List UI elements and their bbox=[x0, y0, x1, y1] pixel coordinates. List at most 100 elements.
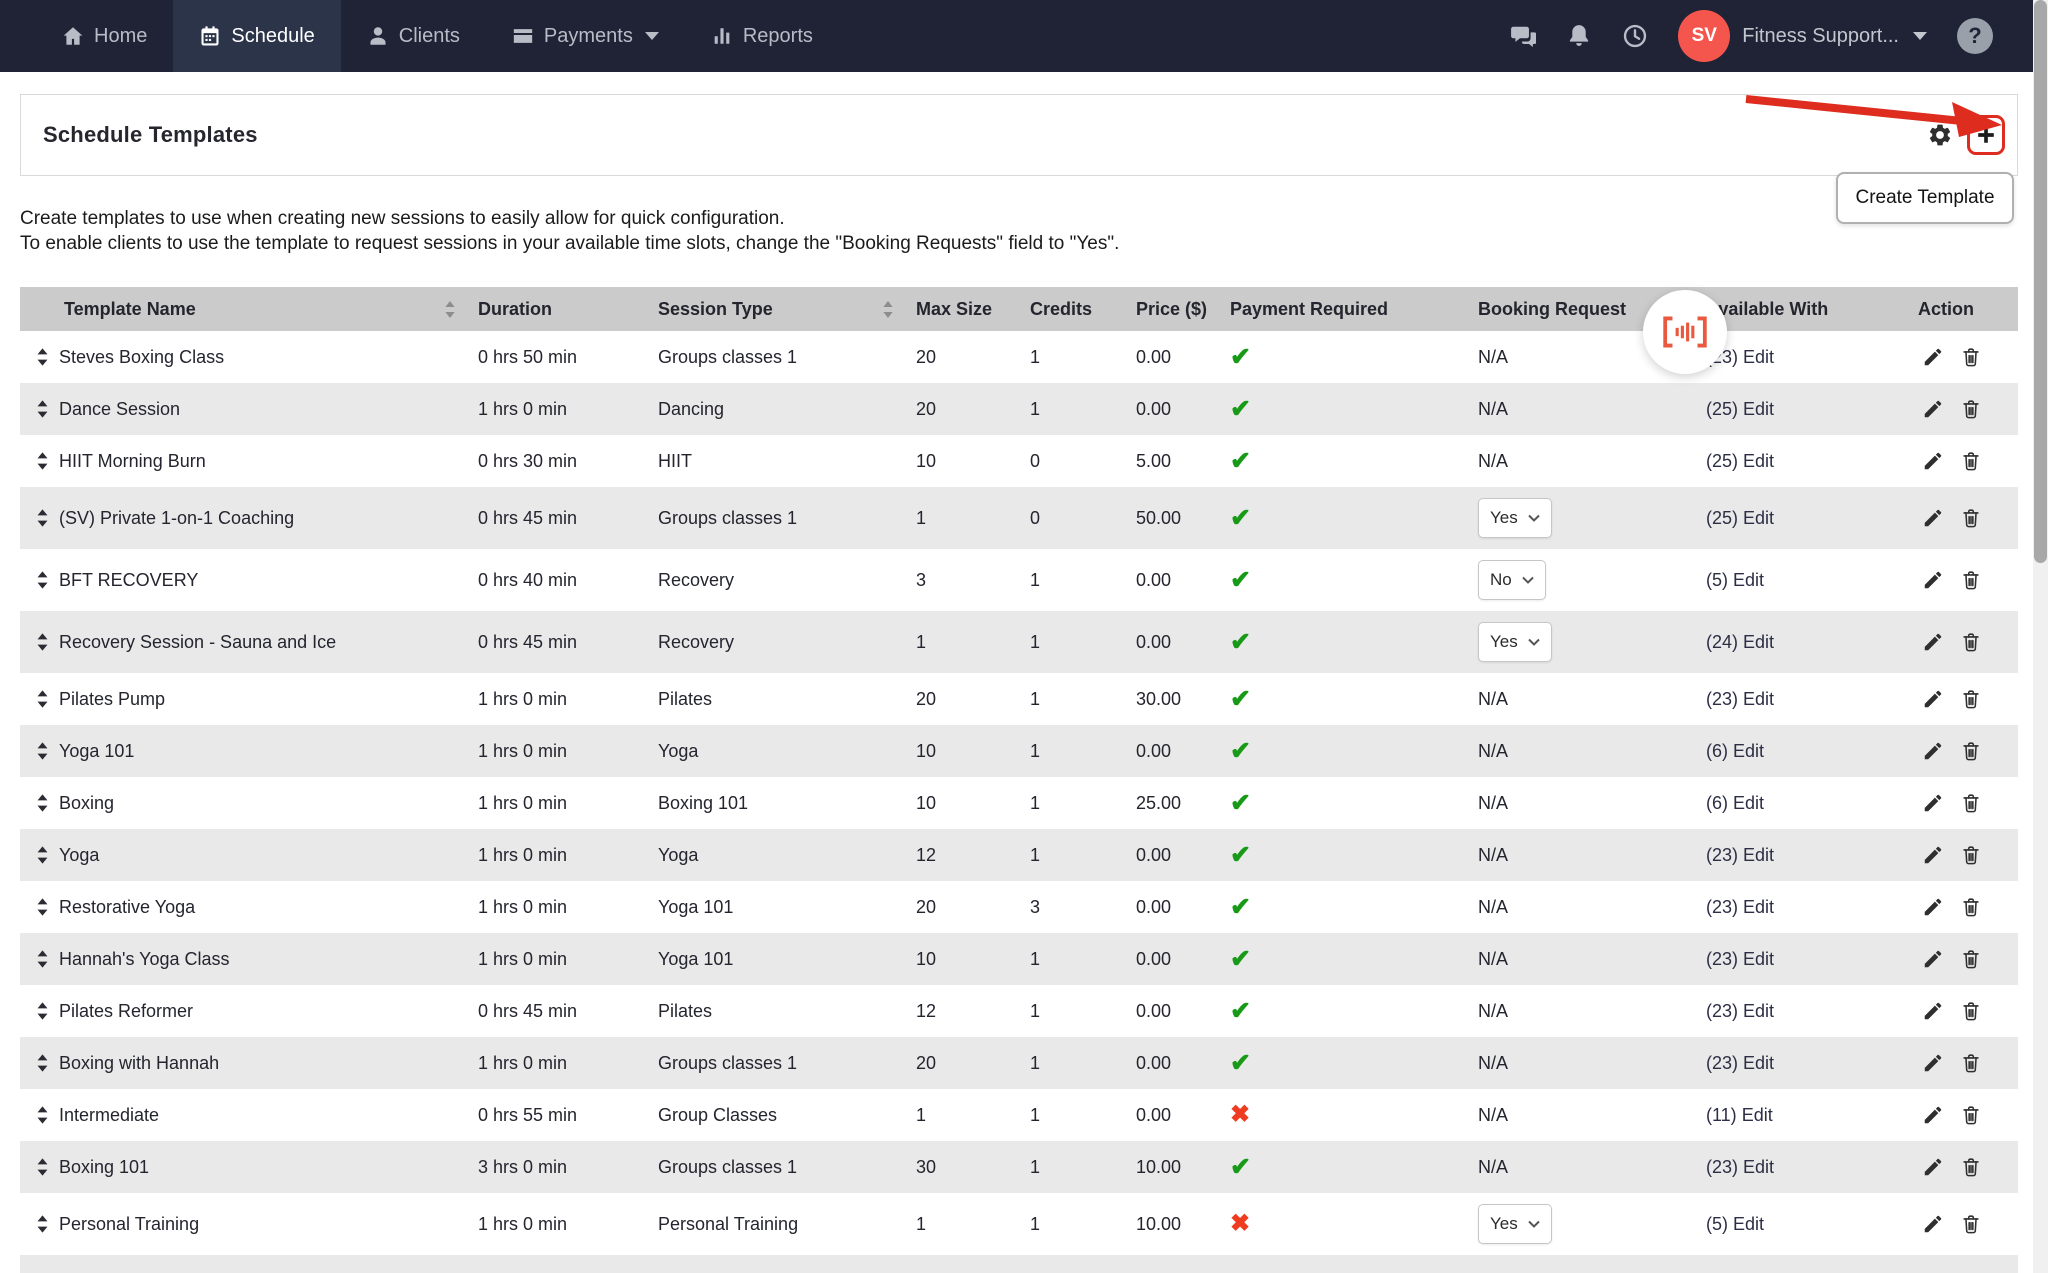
available-with-edit-link[interactable]: Edit bbox=[1743, 1157, 1774, 1177]
edit-row-button[interactable] bbox=[1922, 346, 1944, 368]
delete-row-button[interactable] bbox=[1960, 948, 1982, 970]
delete-row-button[interactable] bbox=[1960, 346, 1982, 368]
available-with-edit-link[interactable]: Edit bbox=[1743, 897, 1774, 917]
delete-row-button[interactable] bbox=[1960, 450, 1982, 472]
drag-handle[interactable] bbox=[20, 509, 56, 527]
available-with-edit-link[interactable]: Edit bbox=[1743, 451, 1774, 471]
drag-handle[interactable] bbox=[20, 571, 56, 589]
delete-row-button[interactable] bbox=[1960, 631, 1982, 653]
floating-widget-button[interactable] bbox=[1643, 290, 1727, 374]
edit-row-button[interactable] bbox=[1922, 1156, 1944, 1178]
delete-row-button[interactable] bbox=[1960, 398, 1982, 420]
edit-row-button[interactable] bbox=[1922, 398, 1944, 420]
sort-icon[interactable] bbox=[444, 301, 456, 318]
edit-row-button[interactable] bbox=[1922, 450, 1944, 472]
booking-request-select[interactable]: Yes bbox=[1478, 498, 1552, 538]
nav-item-reports[interactable]: Reports bbox=[685, 0, 839, 72]
edit-row-button[interactable] bbox=[1922, 1213, 1944, 1235]
drag-handle[interactable] bbox=[20, 950, 56, 968]
edit-row-button[interactable] bbox=[1922, 507, 1944, 529]
nav-item-payments[interactable]: Payments bbox=[486, 0, 685, 72]
delete-row-button[interactable] bbox=[1960, 896, 1982, 918]
available-with-edit-link[interactable]: Edit bbox=[1743, 689, 1774, 709]
edit-row-button[interactable] bbox=[1922, 1052, 1944, 1074]
drag-handle[interactable] bbox=[20, 742, 56, 760]
edit-row-button[interactable] bbox=[1922, 740, 1944, 762]
edit-row-button[interactable] bbox=[1922, 792, 1944, 814]
column-header-template-name[interactable]: Template Name bbox=[56, 299, 470, 320]
edit-row-button[interactable] bbox=[1922, 631, 1944, 653]
delete-row-button[interactable] bbox=[1960, 1213, 1982, 1235]
drag-handle[interactable] bbox=[20, 846, 56, 864]
edit-row-button[interactable] bbox=[1922, 1104, 1944, 1126]
avatar[interactable]: SV bbox=[1678, 10, 1730, 62]
delete-row-button[interactable] bbox=[1960, 1156, 1982, 1178]
scrollbar-thumb[interactable] bbox=[2034, 0, 2047, 563]
delete-row-button[interactable] bbox=[1960, 844, 1982, 866]
booking-request-select[interactable]: Yes bbox=[1478, 1204, 1552, 1244]
drag-handle[interactable] bbox=[20, 1158, 56, 1176]
edit-row-button[interactable] bbox=[1922, 948, 1944, 970]
edit-row-button[interactable] bbox=[1922, 1000, 1944, 1022]
create-template-button[interactable] bbox=[1967, 115, 2005, 155]
edit-row-button[interactable] bbox=[1922, 688, 1944, 710]
booking-request-select[interactable]: Yes bbox=[1478, 622, 1552, 662]
available-with-edit-link[interactable]: Edit bbox=[1742, 1105, 1773, 1125]
drag-handle[interactable] bbox=[20, 452, 56, 470]
available-with-edit-link[interactable]: Edit bbox=[1733, 570, 1764, 590]
drag-handle[interactable] bbox=[20, 1002, 56, 1020]
delete-row-button[interactable] bbox=[1960, 688, 1982, 710]
vertical-scrollbar[interactable] bbox=[2033, 0, 2048, 1273]
help-button[interactable]: ? bbox=[1957, 18, 1993, 54]
edit-row-button[interactable] bbox=[1922, 896, 1944, 918]
available-with-edit-link[interactable]: Edit bbox=[1743, 399, 1774, 419]
available-with-edit-link[interactable]: Edit bbox=[1743, 845, 1774, 865]
delete-row-button[interactable] bbox=[1960, 507, 1982, 529]
delete-row-button[interactable] bbox=[1960, 1104, 1982, 1126]
column-label: Booking Request bbox=[1478, 299, 1626, 320]
available-with-edit-link[interactable]: Edit bbox=[1733, 793, 1764, 813]
drag-handle[interactable] bbox=[20, 400, 56, 418]
available-with-edit-link[interactable]: Edit bbox=[1743, 1001, 1774, 1021]
nav-item-label: Reports bbox=[743, 25, 813, 48]
edit-row-button[interactable] bbox=[1922, 844, 1944, 866]
delete-row-button[interactable] bbox=[1960, 569, 1982, 591]
delete-row-button[interactable] bbox=[1960, 1052, 1982, 1074]
column-header-session-type[interactable]: Session Type bbox=[650, 299, 908, 320]
available-with-edit-link[interactable]: Edit bbox=[1733, 741, 1764, 761]
settings-button[interactable] bbox=[1927, 122, 1953, 148]
intro-line-2: To enable clients to use the template to… bbox=[20, 231, 2018, 256]
delete-row-button[interactable] bbox=[1960, 792, 1982, 814]
payment-required-cell: ✔ bbox=[1222, 1155, 1470, 1180]
chat-button[interactable] bbox=[1510, 23, 1536, 49]
delete-row-button[interactable] bbox=[1960, 740, 1982, 762]
available-with-edit-link[interactable]: Edit bbox=[1743, 508, 1774, 528]
drag-handle[interactable] bbox=[20, 794, 56, 812]
available-with-edit-link[interactable]: Edit bbox=[1743, 347, 1774, 367]
available-with-edit-link[interactable]: Edit bbox=[1743, 1053, 1774, 1073]
history-button[interactable] bbox=[1622, 23, 1648, 49]
drag-handle[interactable] bbox=[20, 690, 56, 708]
calendar-icon bbox=[199, 25, 221, 47]
sort-icon[interactable] bbox=[882, 301, 894, 318]
available-with-edit-link[interactable]: Edit bbox=[1733, 1214, 1764, 1234]
drag-handle[interactable] bbox=[20, 898, 56, 916]
max-size-cell: 12 bbox=[908, 1001, 1022, 1022]
notifications-button[interactable] bbox=[1566, 23, 1592, 49]
drag-handle[interactable] bbox=[20, 1106, 56, 1124]
booking-request-select[interactable]: No bbox=[1478, 560, 1546, 600]
delete-row-button[interactable] bbox=[1960, 1000, 1982, 1022]
nav-item-clients[interactable]: Clients bbox=[341, 0, 486, 72]
drag-handle[interactable] bbox=[20, 1215, 56, 1233]
account-menu[interactable]: SV Fitness Support... bbox=[1678, 10, 1927, 62]
drag-handle[interactable] bbox=[20, 633, 56, 651]
drag-handle[interactable] bbox=[20, 348, 56, 366]
drag-handle[interactable] bbox=[20, 1054, 56, 1072]
edit-row-button[interactable] bbox=[1922, 569, 1944, 591]
available-with-edit-link[interactable]: Edit bbox=[1743, 632, 1774, 652]
nav-item-home[interactable]: Home bbox=[36, 0, 173, 72]
credits-cell: 1 bbox=[1022, 1053, 1128, 1074]
available-with-edit-link[interactable]: Edit bbox=[1743, 949, 1774, 969]
action-cell bbox=[1910, 844, 2018, 866]
nav-item-schedule[interactable]: Schedule bbox=[173, 0, 340, 72]
